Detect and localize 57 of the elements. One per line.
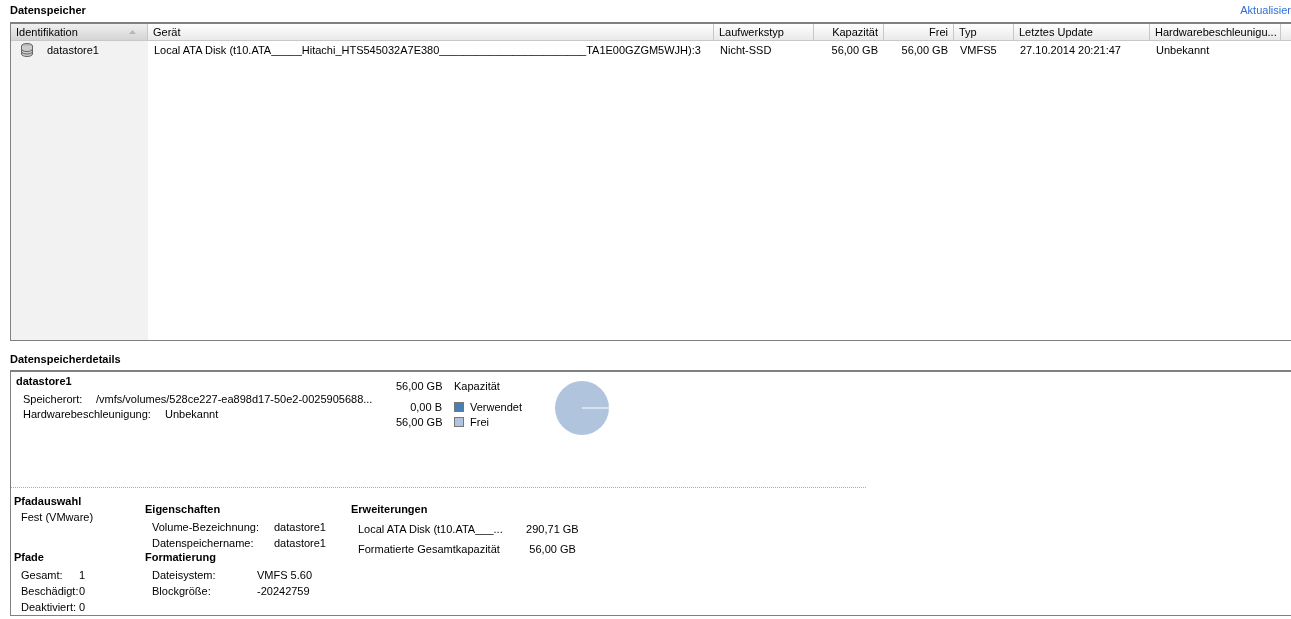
field-label: Gesamt: bbox=[21, 569, 64, 581]
capacity-label: Kapazität bbox=[454, 379, 500, 392]
field-value: /vmfs/volumes/528ce227-ea898d17-50e2-0025905688... bbox=[96, 392, 373, 405]
legend-value: 56,00 GB bbox=[396, 415, 442, 428]
field-label: Hardwarebeschleunigung: bbox=[23, 407, 152, 420]
group-title: Pfade bbox=[14, 551, 45, 565]
table-cell: 56,00 GB bbox=[831, 44, 878, 56]
table-cell: 56,00 GB bbox=[901, 44, 948, 56]
field-value: 1 bbox=[79, 569, 86, 581]
legend-value: 0,00 B bbox=[409, 400, 442, 413]
field-label: Datenspeichername: bbox=[152, 537, 255, 549]
field-value: -20242759 bbox=[257, 585, 310, 597]
group-title: Erweiterungen bbox=[351, 503, 429, 517]
table-cell: 27.10.2014 20:21:47 bbox=[1020, 44, 1121, 56]
column-header[interactable]: Laufwerkstyp bbox=[714, 24, 814, 40]
group-title: Formatierung bbox=[145, 551, 217, 565]
section-title: Datenspeicherdetails bbox=[10, 353, 122, 367]
field-value: 290,71 GB bbox=[525, 523, 579, 535]
table-cell: Unbekannt bbox=[1156, 44, 1210, 56]
table-cell: datastore1 bbox=[47, 44, 99, 56]
field-value: VMFS 5.60 bbox=[257, 569, 313, 581]
field-label: Deaktiviert: bbox=[21, 601, 78, 613]
column-header[interactable]: Identifikation bbox=[11, 24, 148, 40]
field-value: 0 bbox=[79, 585, 86, 597]
legend-label: Frei bbox=[470, 415, 489, 428]
sort-arrow-icon bbox=[129, 30, 136, 34]
column-header[interactable]: Kapazität bbox=[814, 24, 884, 40]
field-value: 0 bbox=[79, 601, 86, 613]
field-label: Speicherort: bbox=[23, 392, 84, 405]
group-title: Eigenschaften bbox=[145, 503, 222, 517]
field-label: Volume-Bezeichnung: bbox=[152, 521, 260, 533]
field-label: Beschädigt: bbox=[21, 585, 79, 597]
field-value: Unbekannt bbox=[165, 407, 219, 420]
group-title: Pfadauswahl bbox=[14, 495, 83, 509]
column-header[interactable]: Gerät bbox=[148, 24, 714, 40]
field-value: datastore1 bbox=[274, 537, 326, 549]
column-header[interactable]: Frei bbox=[884, 24, 954, 40]
column-header[interactable]: Hardwarebeschleunigu... bbox=[1150, 24, 1281, 40]
table-cell: Local ATA Disk (t10.ATA_____Hitachi_HTS545032A7E380________________________TA1E00GZGM5WJH):3 bbox=[154, 44, 701, 56]
column-header[interactable]: Letztes Update bbox=[1014, 24, 1150, 40]
field-label: Local ATA Disk (t10.ATA___... bbox=[358, 523, 503, 535]
capacity-value: 56,00 GB bbox=[396, 379, 442, 392]
datastore-name: datastore1 bbox=[16, 375, 73, 389]
legend-label: Verwendet bbox=[470, 400, 522, 413]
section-title: Datenspeicher bbox=[10, 3, 86, 16]
column-header[interactable]: Typ bbox=[954, 24, 1014, 40]
table-cell: Nicht-SSD bbox=[720, 44, 772, 56]
field-label: Blockgröße: bbox=[152, 585, 212, 597]
field-label: Dateisystem: bbox=[152, 569, 217, 581]
field-value: 56,00 GB bbox=[528, 543, 576, 555]
field-value: datastore1 bbox=[274, 521, 326, 533]
table-cell: VMFS5 bbox=[960, 44, 997, 56]
refresh-link[interactable]: Aktualisier bbox=[1240, 3, 1291, 16]
pie-chart-drawing bbox=[554, 380, 610, 436]
field-value: Fest (VMware) bbox=[20, 511, 95, 525]
field-label: Formatierte Gesamtkapazität bbox=[358, 543, 500, 555]
database-icon bbox=[21, 43, 33, 57]
